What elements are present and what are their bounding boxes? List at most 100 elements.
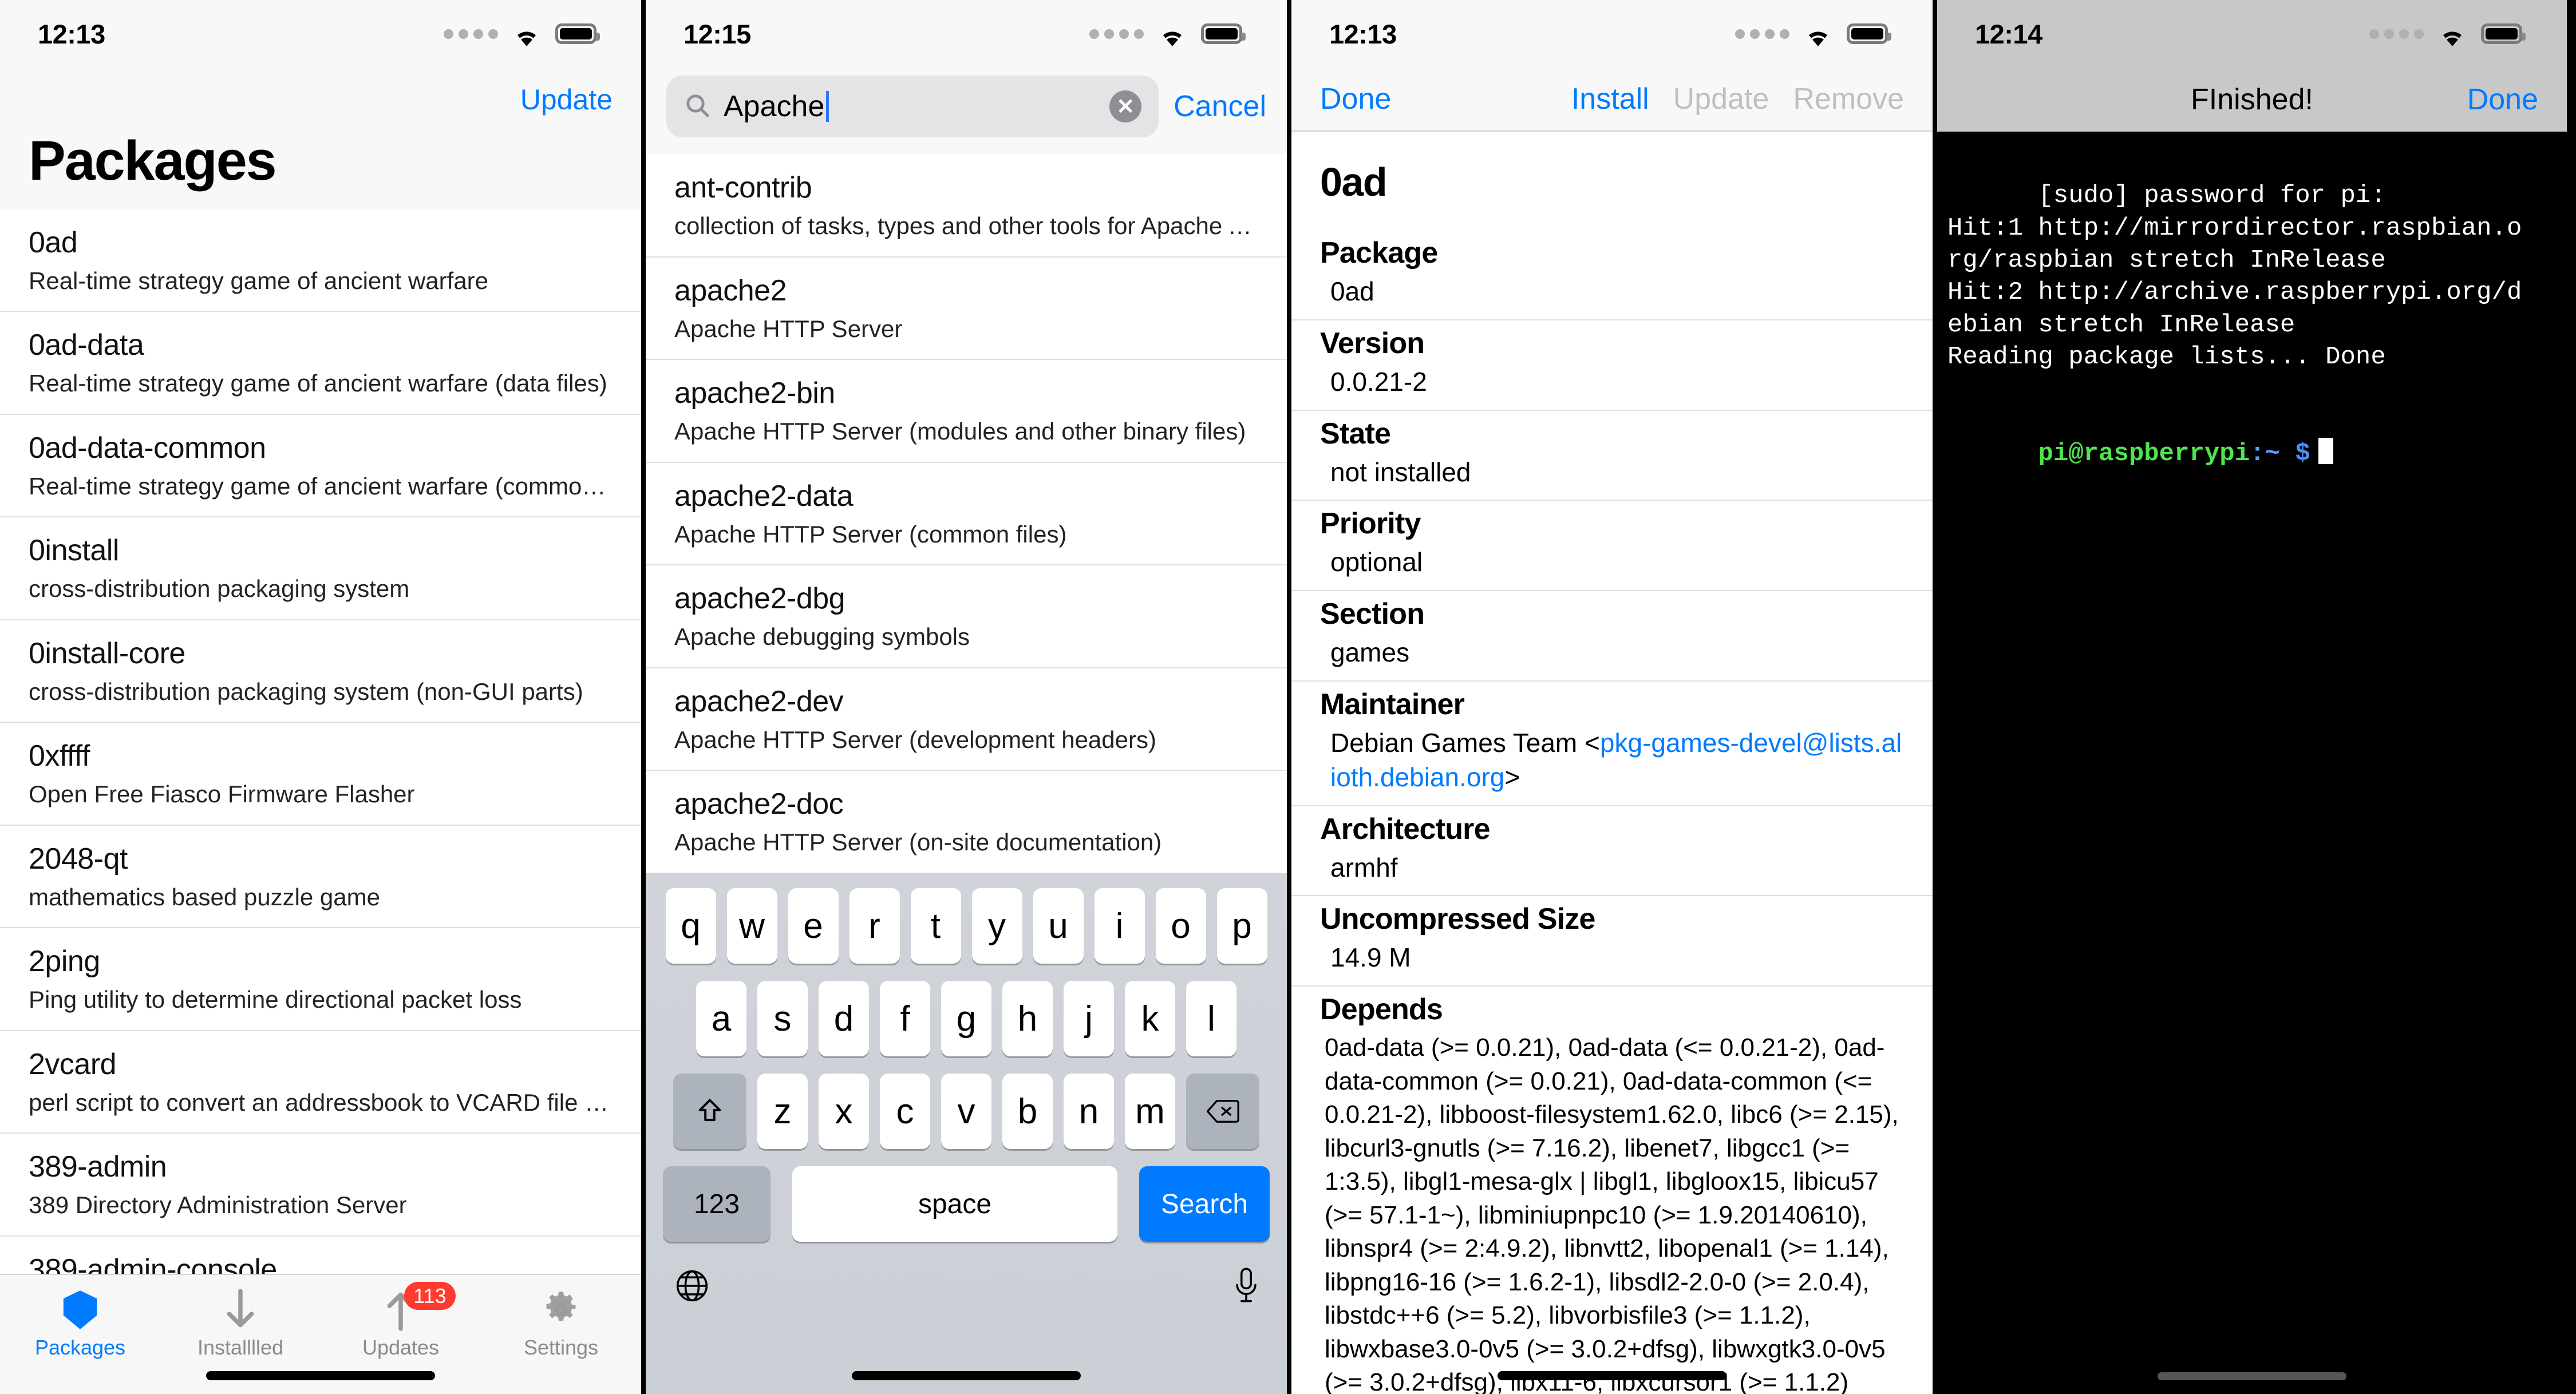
package-list-item[interactable]: 389-admin 389 Directory Administration Se… xyxy=(0,1134,641,1237)
keyboard-row-2[interactable]: asdfghjkl xyxy=(646,981,1287,1056)
search-input[interactable]: Apache ✕ xyxy=(666,76,1159,137)
key-u[interactable]: u xyxy=(1033,888,1084,964)
tab-settings[interactable]: Settings xyxy=(481,1275,641,1394)
key-g[interactable]: g xyxy=(941,981,991,1056)
package-description: Real-time strategy game of ancient warfa… xyxy=(29,370,607,397)
package-list-item[interactable]: 2vcard perl script to convert an addressb… xyxy=(0,1031,641,1134)
clear-search-icon[interactable]: ✕ xyxy=(1109,90,1142,122)
package-list-item[interactable]: apache2-data Apache HTTP Server (common f… xyxy=(646,463,1287,565)
detail-package-title: 0ad xyxy=(1320,160,1388,204)
package-list-item[interactable]: apache2-doc Apache HTTP Server (on-site d… xyxy=(646,771,1287,874)
install-button[interactable]: Install xyxy=(1571,82,1649,116)
key-k[interactable]: k xyxy=(1125,981,1175,1056)
packages-list[interactable]: 0ad Real-time strategy game of ancient wa… xyxy=(0,209,641,1305)
package-name: 0install xyxy=(29,534,119,568)
package-list-item[interactable]: 2ping Ping utility to determine direction… xyxy=(0,928,641,1031)
key-w[interactable]: w xyxy=(726,888,777,964)
key-d[interactable]: d xyxy=(819,981,869,1056)
keyboard-row-1[interactable]: qwertyuiop xyxy=(646,888,1287,964)
key-z[interactable]: z xyxy=(757,1074,808,1149)
terminal-output[interactable]: [sudo] password for pi: Hit:1 http://mir… xyxy=(1937,132,2567,1394)
microphone-icon[interactable] xyxy=(1233,1267,1259,1305)
package-description: cross-distribution packaging system (non… xyxy=(29,678,583,705)
key-p[interactable]: p xyxy=(1216,888,1267,964)
key-m[interactable]: m xyxy=(1125,1074,1175,1149)
detail-field-label: Maintainer xyxy=(1320,687,1465,721)
multi-screenshot-strip: 12:13 Update Packages 0ad Real-time strat… xyxy=(0,0,2576,1394)
space-key[interactable]: space xyxy=(792,1166,1117,1242)
search-return-key[interactable]: Search xyxy=(1139,1166,1270,1242)
backspace-key[interactable] xyxy=(1186,1074,1259,1149)
package-name: 0ad-data-common xyxy=(29,431,266,465)
detail-scroll-area[interactable]: 0ad Package 0ad Version 0.0.21-2 State not in… xyxy=(1291,132,1933,1394)
shift-key[interactable] xyxy=(673,1074,746,1149)
package-name: apache2-bin xyxy=(674,377,835,410)
key-n[interactable]: n xyxy=(1064,1074,1114,1149)
package-description: Ping utility to determine directional pa… xyxy=(29,986,522,1013)
key-l[interactable]: l xyxy=(1186,981,1236,1056)
detail-field-value: 0ad-data (>= 0.0.21), 0ad-data (<= 0.0.2… xyxy=(1325,1033,1899,1394)
maintainer-email-link[interactable]: pkg-games-devel@lists.alioth.debian.org xyxy=(1330,728,1902,792)
key-i[interactable]: i xyxy=(1094,888,1145,964)
terminal-prompt-path: :~ xyxy=(2250,439,2280,468)
package-list-item[interactable]: apache2-dbg Apache debugging symbols xyxy=(646,565,1287,668)
key-a[interactable]: a xyxy=(696,981,746,1056)
package-name: apache2-dbg xyxy=(674,582,846,615)
search-bar: Apache ✕ Cancel xyxy=(646,68,1287,155)
detail-field-value: Debian Games Team <pkg-games-devel@lists… xyxy=(1330,727,1902,792)
package-name: apache2-dev xyxy=(674,684,844,718)
package-list-item[interactable]: apache2-dev Apache HTTP Server (developme… xyxy=(646,668,1287,771)
key-o[interactable]: o xyxy=(1155,888,1206,964)
on-screen-keyboard[interactable]: qwertyuiop asdfghjkl zxcvbnm 123 space S… xyxy=(646,873,1287,1394)
status-bar-indicators xyxy=(444,23,600,46)
search-value: Apache xyxy=(724,90,825,123)
package-description: perl script to convert an addressbook to… xyxy=(29,1088,613,1116)
key-y[interactable]: y xyxy=(971,888,1022,964)
done-button[interactable]: Done xyxy=(1320,82,1391,116)
key-v[interactable]: v xyxy=(941,1074,991,1149)
package-list-item[interactable]: apache2-bin Apache HTTP Server (modules a… xyxy=(646,360,1287,463)
detail-field-value: optional xyxy=(1330,547,1423,577)
keyboard-row-4[interactable]: 123 space Search xyxy=(646,1166,1287,1242)
wifi-icon xyxy=(2437,23,2467,46)
keyboard-letters-row-3[interactable]: zxcvbnm xyxy=(757,1074,1175,1149)
update-button[interactable]: Update xyxy=(520,83,613,116)
status-bar: 12:14 xyxy=(1937,0,2567,68)
package-list-item[interactable]: 0install-core cross-distribution packagin… xyxy=(0,620,641,723)
package-list-item[interactable]: 0install cross-distribution packaging sys… xyxy=(0,517,641,620)
globe-icon[interactable] xyxy=(673,1267,711,1305)
package-name: 2vcard xyxy=(29,1047,117,1081)
terminal-navbar: FInished! Done xyxy=(1937,68,2567,132)
key-x[interactable]: x xyxy=(819,1074,869,1149)
panel-terminal-output: 12:14 FInished! Done [sudo] password for… xyxy=(1937,0,2567,1394)
detail-field-label: Depends xyxy=(1320,993,1443,1027)
package-list-item[interactable]: ant-contrib collection of tasks, types an… xyxy=(646,155,1287,258)
page-title-container: Packages xyxy=(0,132,641,209)
key-j[interactable]: j xyxy=(1064,981,1114,1056)
key-b[interactable]: b xyxy=(1002,1074,1053,1149)
keyboard-row-3[interactable]: zxcvbnm xyxy=(646,1074,1287,1149)
numeric-key[interactable]: 123 xyxy=(663,1166,771,1242)
detail-field-section: Section games xyxy=(1291,590,1933,680)
search-results-list[interactable]: ant-contrib collection of tasks, types an… xyxy=(646,155,1287,942)
terminal-log-lines: [sudo] password for pi: Hit:1 http://mir… xyxy=(1947,181,2522,371)
package-list-item[interactable]: 0ad-data Real-time strategy game of ancie… xyxy=(0,312,641,415)
key-s[interactable]: s xyxy=(757,981,808,1056)
key-h[interactable]: h xyxy=(1002,981,1053,1056)
key-r[interactable]: r xyxy=(849,888,900,964)
done-button[interactable]: Done xyxy=(2467,82,2538,117)
key-c[interactable]: c xyxy=(880,1074,930,1149)
tab-packages[interactable]: Packages xyxy=(0,1275,160,1394)
package-list-item[interactable]: 0xffff Open Free Fiasco Firmware Flasher xyxy=(0,723,641,826)
key-f[interactable]: f xyxy=(880,981,930,1056)
package-name: apache2-doc xyxy=(674,787,844,821)
cancel-search-button[interactable]: Cancel xyxy=(1174,89,1266,124)
package-list-item[interactable]: 0ad-data-common Real-time strategy game o… xyxy=(0,415,641,518)
package-list-item[interactable]: 2048-qt mathematics based puzzle game xyxy=(0,826,641,929)
package-name: 0ad xyxy=(29,225,78,259)
package-list-item[interactable]: 0ad Real-time strategy game of ancient wa… xyxy=(0,209,641,312)
package-list-item[interactable]: apache2 Apache HTTP Server xyxy=(646,258,1287,360)
key-t[interactable]: t xyxy=(910,888,961,964)
key-q[interactable]: q xyxy=(665,888,716,964)
key-e[interactable]: e xyxy=(788,888,839,964)
